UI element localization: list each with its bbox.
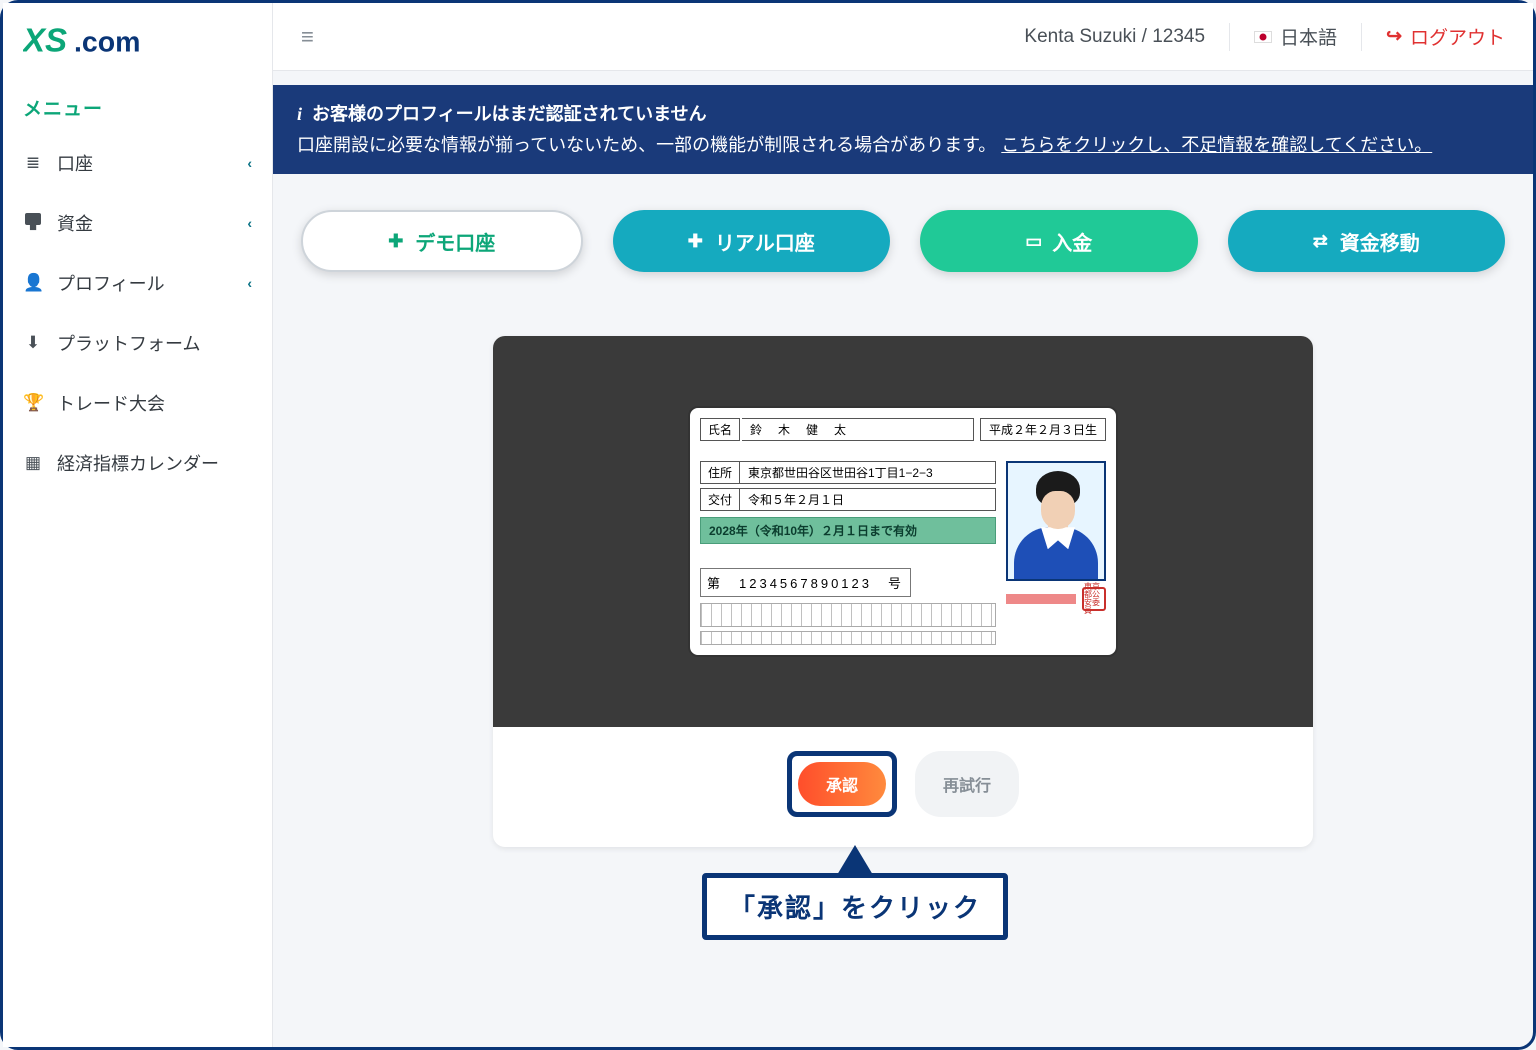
menu-toggle-icon[interactable]	[301, 24, 314, 50]
sidebar-item-label: 口座	[57, 150, 233, 176]
svg-text:.com: .com	[74, 27, 141, 59]
verification-banner: i お客様のプロフィールはまだ認証されていません 口座開設に必要な情報が揃ってい…	[273, 85, 1533, 174]
banner-body: 口座開設に必要な情報が揃っていないため、一部の機能が制限される場合があります。	[297, 135, 1001, 155]
real-account-button[interactable]: リアル口座	[613, 210, 891, 272]
chevron-left-icon: ‹	[247, 155, 252, 171]
callout-arrow-icon	[837, 845, 873, 875]
banner-title: お客様のプロフィールはまだ認証されていません	[312, 99, 707, 130]
sidebar-item-accounts[interactable]: 口座 ‹	[3, 133, 272, 193]
sidebar-item-tournament[interactable]: トレード大会	[3, 373, 272, 433]
signout-icon	[1386, 25, 1402, 48]
id-name-value: 鈴 木 健 太	[742, 418, 974, 441]
id-card: 氏名 鈴 木 健 太 平成２年２月３日生 住所 東京都世田谷区世田谷1丁目1−2…	[688, 406, 1118, 657]
transfer-icon	[1313, 231, 1328, 252]
sidebar-item-profile[interactable]: プロフィール ‹	[3, 253, 272, 313]
id-name-label: 氏名	[700, 418, 740, 441]
button-label: 入金	[1052, 227, 1092, 256]
banner-link[interactable]: こちらをクリックし、不足情報を確認してください。	[1001, 135, 1432, 155]
topbar: Kenta Suzuki / 12345 日本語 ログアウト	[273, 3, 1533, 71]
sidebar-item-label: 資金	[57, 210, 233, 236]
logout-label: ログアウト	[1410, 23, 1505, 50]
id-stripe	[700, 631, 996, 645]
account-actions: デモ口座 リアル口座 入金 資金移動	[273, 174, 1533, 288]
sidebar-item-funds[interactable]: 資金 ‹	[3, 193, 272, 253]
svg-text:XS: XS	[23, 22, 67, 59]
divider	[1361, 23, 1362, 51]
sidebar-item-label: トレード大会	[57, 390, 252, 416]
id-valid-until: 2028年（令和10年）２月１日まで有効	[700, 517, 996, 544]
plus-icon	[388, 231, 403, 252]
list-icon	[23, 153, 43, 173]
id-stamp: 東京都公安委員	[1082, 587, 1106, 611]
button-label: リアル口座	[715, 227, 815, 256]
sidebar-item-calendar[interactable]: 経済指標カレンダー	[3, 433, 272, 493]
deposit-button[interactable]: 入金	[920, 210, 1198, 272]
document-preview: 氏名 鈴 木 健 太 平成２年２月３日生 住所 東京都世田谷区世田谷1丁目1−2…	[493, 336, 1313, 727]
retry-button[interactable]: 再試行	[915, 751, 1019, 817]
id-dob: 平成２年２月３日生	[980, 418, 1106, 441]
brand-logo: XS .com	[3, 3, 272, 84]
user-icon	[23, 273, 43, 293]
id-issue-value: 令和５年２月１日	[740, 488, 996, 511]
approve-button[interactable]: 承認	[798, 762, 886, 806]
id-issue-label: 交付	[700, 488, 740, 511]
sidebar-item-label: 経済指標カレンダー	[57, 450, 252, 476]
calendar-icon	[23, 453, 43, 473]
instruction-callout: 「承認」をクリック	[702, 873, 1008, 940]
language-label: 日本語	[1280, 23, 1337, 50]
id-number: 第 1234567890123 号	[700, 568, 911, 597]
menu-heading: メニュー	[3, 84, 272, 133]
sidebar-item-label: プロフィール	[57, 270, 233, 296]
download-icon	[23, 333, 43, 353]
sidebar-item-label: プラットフォーム	[57, 330, 252, 356]
chevron-left-icon: ‹	[247, 215, 252, 231]
verification-panel: 氏名 鈴 木 健 太 平成２年２月３日生 住所 東京都世田谷区世田谷1丁目1−2…	[493, 336, 1313, 847]
id-stripe	[700, 603, 996, 627]
transfer-button[interactable]: 資金移動	[1228, 210, 1506, 272]
demo-account-button[interactable]: デモ口座	[301, 210, 583, 272]
user-name: Kenta Suzuki / 12345	[1024, 26, 1205, 48]
card-icon	[1025, 231, 1040, 252]
plus-icon	[688, 231, 703, 252]
id-address-value: 東京都世田谷区世田谷1丁目1−2−3	[740, 461, 996, 484]
sidebar-item-platform[interactable]: プラットフォーム	[3, 313, 272, 373]
id-color-bar	[1006, 594, 1076, 604]
logout-link[interactable]: ログアウト	[1386, 23, 1505, 50]
info-icon: i	[297, 99, 302, 130]
id-address-label: 住所	[700, 461, 740, 484]
sidebar: XS .com メニュー 口座 ‹ 資金 ‹ プロフィール ‹	[3, 3, 273, 1047]
id-photo	[1006, 461, 1106, 581]
wallet-icon	[23, 213, 43, 233]
approve-highlight: 承認	[787, 751, 897, 817]
button-label: 資金移動	[1340, 227, 1420, 256]
divider	[1229, 23, 1230, 51]
chevron-left-icon: ‹	[247, 275, 252, 291]
button-label: デモ口座	[415, 227, 495, 256]
trophy-icon	[23, 393, 43, 413]
flag-jp-icon	[1254, 31, 1272, 43]
language-selector[interactable]: 日本語	[1254, 23, 1337, 50]
